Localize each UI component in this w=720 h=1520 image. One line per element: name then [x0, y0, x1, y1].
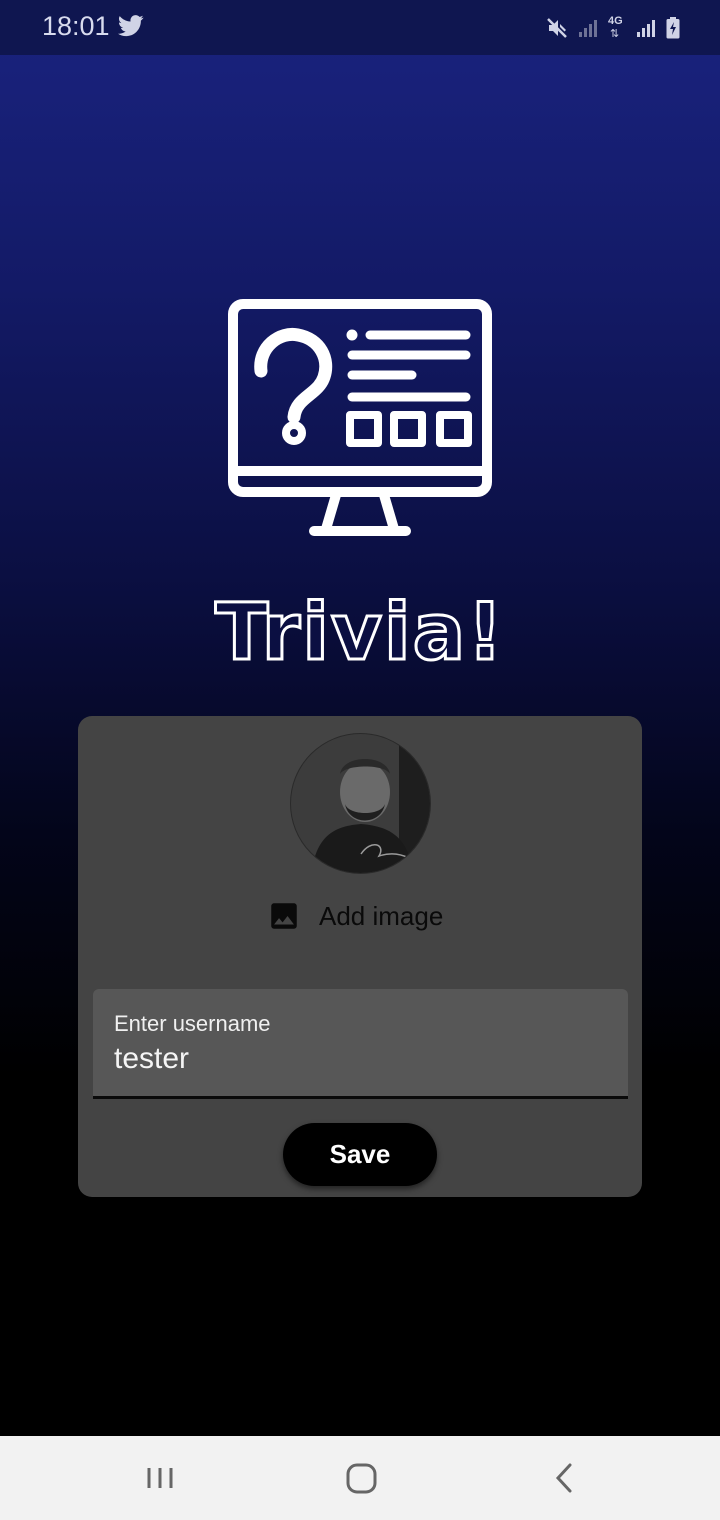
profile-card: Add image Enter username Save — [78, 716, 642, 1197]
signal-weak-icon — [579, 20, 597, 37]
app-title: Trivia! — [214, 587, 505, 680]
add-image-button[interactable]: Add image — [267, 896, 443, 936]
status-icons: 4G ⇅ — [546, 14, 680, 42]
recent-apps-icon[interactable] — [141, 1460, 181, 1496]
username-input[interactable] — [114, 1039, 604, 1079]
home-icon[interactable] — [342, 1460, 382, 1496]
username-field[interactable]: Enter username — [93, 989, 628, 1099]
trivia-monitor-icon — [228, 299, 492, 536]
avatar-photo — [291, 734, 430, 873]
signal-icon — [637, 20, 655, 37]
avatar[interactable] — [290, 733, 431, 874]
image-icon — [271, 903, 297, 929]
mute-icon — [547, 18, 567, 38]
username-label: Enter username — [114, 1011, 271, 1036]
twitter-icon — [118, 15, 144, 37]
battery-charging-icon — [666, 17, 680, 39]
system-nav-bar — [0, 1436, 720, 1520]
back-icon[interactable] — [545, 1460, 585, 1496]
save-button[interactable]: Save — [283, 1123, 437, 1186]
network-4g-label: 4G — [608, 15, 623, 27]
status-time: 18:01 — [42, 11, 110, 41]
status-bar: 18:01 4G ⇅ — [0, 0, 720, 55]
network-arrows: ⇅ — [610, 28, 620, 40]
network-4g-icon: 4G ⇅ — [608, 15, 626, 41]
add-image-label: Add image — [319, 900, 444, 931]
